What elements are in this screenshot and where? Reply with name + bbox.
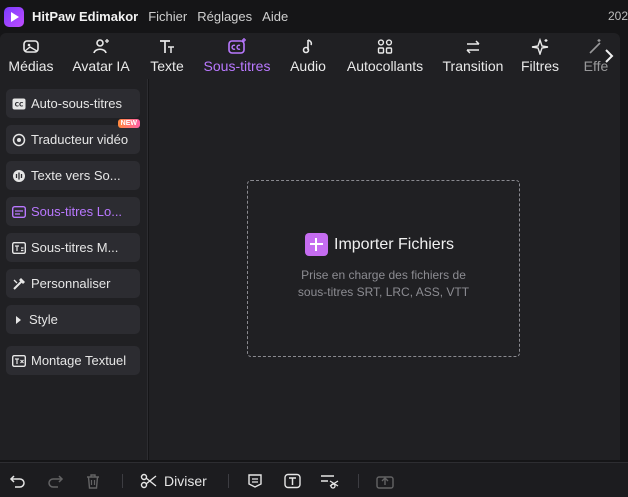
subtitle-box-icon bbox=[248, 474, 262, 488]
svg-text:CC: CC bbox=[15, 101, 24, 108]
sidebar-item-style[interactable]: Style bbox=[6, 305, 140, 334]
upload-box-icon bbox=[376, 476, 394, 489]
stickers-icon bbox=[377, 39, 393, 54]
transition-icon bbox=[466, 40, 480, 54]
new-badge: NEW bbox=[117, 119, 140, 128]
toolbar-divider bbox=[228, 474, 229, 488]
trash-icon bbox=[87, 474, 99, 489]
subtitle-tool-button[interactable] bbox=[247, 471, 263, 491]
tab-label: Médias bbox=[8, 58, 54, 74]
manual-subtitles-icon bbox=[12, 241, 26, 255]
tab-filtres[interactable]: Filtres bbox=[520, 33, 560, 79]
sidebar-item-label: Traducteur vidéo bbox=[31, 132, 129, 147]
undo-button[interactable] bbox=[9, 471, 27, 491]
delete-button[interactable] bbox=[85, 471, 101, 491]
title-year: 202 bbox=[607, 9, 628, 23]
media-icon bbox=[23, 40, 39, 53]
supported-formats-line2: sous-titres SRT, LRC, ASS, VTT bbox=[297, 285, 470, 299]
toolbar-divider bbox=[122, 474, 123, 488]
filters-icon bbox=[531, 38, 549, 55]
sidebar-item-label: Montage Textuel bbox=[31, 353, 127, 368]
sidebar-item-label: Texte vers So... bbox=[31, 168, 121, 183]
sidebar-item-video-translator[interactable]: Traducteur vidéo NEW bbox=[6, 119, 140, 154]
tab-label: Avatar IA bbox=[72, 58, 130, 74]
text-to-speech-icon bbox=[12, 169, 26, 183]
text-scissors-icon bbox=[321, 475, 339, 489]
supported-formats-line1: Prise en charge des fichiers de bbox=[301, 268, 466, 282]
sidebar-item-label: Sous-titres Lo... bbox=[31, 204, 123, 219]
title-bar: HitPaw Edimakor Fichier Réglages Aide 20… bbox=[0, 0, 628, 33]
text-edit-icon bbox=[12, 354, 26, 368]
menu-reglages[interactable]: Réglages bbox=[197, 9, 252, 24]
chevron-right-icon bbox=[605, 49, 614, 63]
translate-icon bbox=[12, 133, 26, 147]
sidebar-item-customize[interactable]: Personnaliser bbox=[6, 269, 140, 298]
subtitle-dropzone[interactable]: Importer Fichiers Prise en charge des fi… bbox=[247, 180, 520, 357]
tab-sous-titres[interactable]: Sous-titres bbox=[202, 33, 272, 79]
tab-transition[interactable]: Transition bbox=[442, 33, 504, 79]
tab-label: Filtres bbox=[520, 58, 560, 74]
export-button[interactable] bbox=[376, 471, 394, 491]
plus-icon bbox=[305, 233, 328, 256]
supported-formats-text: Prise en charge des fichiers de sous-tit… bbox=[248, 267, 519, 301]
scissors-icon bbox=[140, 473, 157, 489]
chevron-right-icon bbox=[16, 315, 21, 324]
tab-avatar-ia[interactable]: Avatar IA bbox=[72, 33, 130, 79]
tab-label: Texte bbox=[150, 58, 184, 74]
undo-icon bbox=[9, 475, 25, 488]
text-box-icon bbox=[284, 473, 301, 489]
cc-icon: CC bbox=[12, 97, 26, 111]
tab-label: Audio bbox=[290, 58, 326, 74]
sidebar-item-label: Personnaliser bbox=[31, 276, 111, 291]
sidebar-item-local-subtitles[interactable]: Sous-titres Lo... bbox=[6, 197, 140, 226]
text-tool-button[interactable] bbox=[284, 471, 301, 491]
toolbar-divider bbox=[358, 474, 359, 488]
tab-label: Sous-titres bbox=[203, 58, 271, 74]
sidebar-item-text-to-speech[interactable]: Texte vers So... bbox=[6, 161, 140, 190]
customize-icon bbox=[12, 277, 26, 291]
app-title: HitPaw Edimakor bbox=[32, 9, 139, 24]
tab-label: Autocollants bbox=[346, 58, 424, 74]
tabs-scroll-right-button[interactable] bbox=[598, 43, 620, 69]
subtitle-workspace: Importer Fichiers Prise en charge des fi… bbox=[149, 79, 620, 460]
redo-icon bbox=[48, 475, 64, 488]
subtitles-icon bbox=[228, 38, 246, 54]
feature-tabs: Médias Avatar IA Texte Sous-titres Audio… bbox=[0, 33, 620, 79]
sidebar-item-label: Style bbox=[29, 312, 58, 327]
app-logo-icon bbox=[4, 6, 24, 27]
local-subtitles-icon bbox=[12, 205, 26, 219]
menu-aide[interactable]: Aide bbox=[262, 9, 288, 24]
sidebar-item-auto-subtitles[interactable]: CC Auto-sous-titres bbox=[6, 89, 140, 118]
tab-autocollants[interactable]: Autocollants bbox=[345, 33, 425, 79]
sidebar-item-label: Auto-sous-titres bbox=[31, 96, 123, 111]
tab-texte[interactable]: Texte bbox=[148, 33, 186, 79]
tab-medias[interactable]: Médias bbox=[8, 33, 54, 79]
sidebar-item-label: Sous-titres M... bbox=[31, 240, 119, 255]
sidebar-item-manual-subtitles[interactable]: Sous-titres M... bbox=[6, 233, 140, 262]
audio-icon bbox=[302, 39, 313, 54]
avatar-icon bbox=[93, 39, 109, 54]
text-icon bbox=[160, 40, 174, 53]
split-label: Diviser bbox=[164, 473, 207, 489]
edit-toolbar: Diviser bbox=[0, 462, 628, 497]
tab-audio[interactable]: Audio bbox=[289, 33, 327, 79]
menu-fichier[interactable]: Fichier bbox=[148, 9, 187, 24]
redo-button[interactable] bbox=[46, 471, 64, 491]
text-split-button[interactable] bbox=[320, 471, 340, 491]
split-button[interactable]: Diviser bbox=[140, 471, 207, 491]
subtitle-sidebar: CC Auto-sous-titres Traducteur vidéo NEW… bbox=[0, 79, 148, 460]
tab-label: Transition bbox=[442, 58, 504, 74]
sidebar-item-text-edit[interactable]: Montage Textuel bbox=[6, 346, 140, 375]
import-files-button[interactable]: Importer Fichiers bbox=[305, 233, 454, 256]
import-files-label: Importer Fichiers bbox=[334, 235, 455, 253]
